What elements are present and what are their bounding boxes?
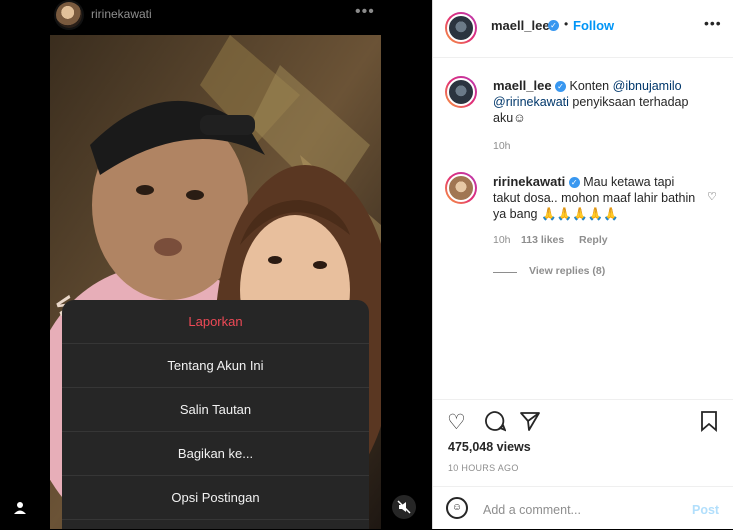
story-avatar[interactable] (56, 2, 82, 28)
about-account-button[interactable]: Tentang Akun Ini (62, 344, 369, 388)
verified-badge-icon: ✓ (548, 20, 559, 31)
like-comment-heart-icon[interactable]: ♡ (707, 190, 717, 203)
comment-time: 10h (493, 234, 511, 246)
copy-link-button[interactable]: Salin Tautan (62, 388, 369, 432)
post-header: maell_lee ✓ • Follow ••• (433, 0, 733, 58)
header-avatar[interactable] (445, 12, 477, 44)
comments-list: maell_lee ✓ Konten @ibnujamilo @ririneka… (433, 58, 733, 398)
verified-badge-icon: ✓ (555, 81, 567, 93)
report-button[interactable]: Laporkan (62, 300, 369, 344)
mention-link[interactable]: @ririnekawati (493, 95, 569, 109)
view-replies-button[interactable]: View replies (8) (529, 265, 605, 277)
post-panel: maell_lee ✓ • Follow ••• maell_lee ✓ Kon… (432, 0, 733, 529)
caption-prefix: Konten (569, 79, 610, 93)
share-to-button[interactable]: Bagikan ke... (62, 432, 369, 476)
follow-button[interactable]: Follow (573, 18, 614, 33)
views-count[interactable]: 475,048 views (448, 440, 531, 454)
caption-username[interactable]: maell_lee (493, 78, 552, 93)
mute-icon-glyph (397, 500, 411, 514)
reply-button[interactable]: Reply (579, 234, 608, 246)
header-username[interactable]: maell_lee (491, 18, 550, 33)
caption-text: maell_lee ✓ Konten @ibnujamilo @ririneka… (493, 78, 703, 126)
caption-avatar[interactable] (445, 76, 477, 108)
comment-input[interactable]: Add a comment... (483, 503, 581, 517)
more-horizontal-icon[interactable]: ••• (704, 15, 722, 31)
bookmark-icon-glyph (701, 411, 717, 432)
comment-icon-glyph (485, 411, 507, 432)
comment-icon[interactable] (484, 410, 507, 438)
header-separator: • (564, 17, 569, 31)
comment-likes[interactable]: 113 likes (521, 234, 564, 246)
post-button[interactable]: Post (692, 503, 719, 517)
comment-text: ririnekawati ✓ Mau ketawa tapi takut dos… (493, 174, 703, 222)
comment-avatar[interactable] (445, 172, 477, 204)
story-header: ririnekawati ••• (0, 0, 432, 30)
add-comment-bar: ☺ Add a comment... Post (433, 486, 733, 530)
caption: maell_lee ✓ Konten @ibnujamilo @ririneka… (445, 74, 715, 154)
share-icon-glyph (520, 412, 540, 431)
header-avatar-image (447, 14, 475, 42)
comment-username[interactable]: ririnekawati (493, 174, 565, 189)
mention-link[interactable]: @ibnujamilo (613, 79, 682, 93)
options-sheet: Laporkan Tentang Akun Ini Salin Tautan B… (62, 300, 369, 529)
comment-item: ririnekawati ✓ Mau ketawa tapi takut dos… (445, 170, 717, 290)
user-icon-glyph (14, 502, 26, 514)
heart-icon[interactable]: ♡ (447, 410, 466, 435)
mute-icon[interactable] (392, 495, 416, 519)
share-icon[interactable] (519, 410, 541, 438)
user-icon[interactable] (13, 501, 33, 521)
more-horizontal-icon[interactable]: ••• (355, 3, 375, 21)
story-username[interactable]: ririnekawati (91, 7, 152, 21)
post-actions: ♡ 475,048 views 10 HOURS AGO (433, 399, 733, 486)
verified-badge-icon: ✓ (568, 177, 580, 189)
emoji-icon[interactable]: ☺ (446, 497, 468, 519)
comment-avatar-image (447, 174, 475, 202)
post-options-button[interactable]: Opsi Postingan (62, 476, 369, 520)
media-viewer: ririnekawati ••• Laporkan Tentang Akun I… (0, 0, 432, 529)
caption-time: 10h (493, 140, 511, 152)
caption-avatar-image (447, 78, 475, 106)
post-timestamp: 10 HOURS AGO (448, 463, 519, 473)
bookmark-icon[interactable] (699, 410, 719, 438)
replies-divider (493, 272, 517, 273)
